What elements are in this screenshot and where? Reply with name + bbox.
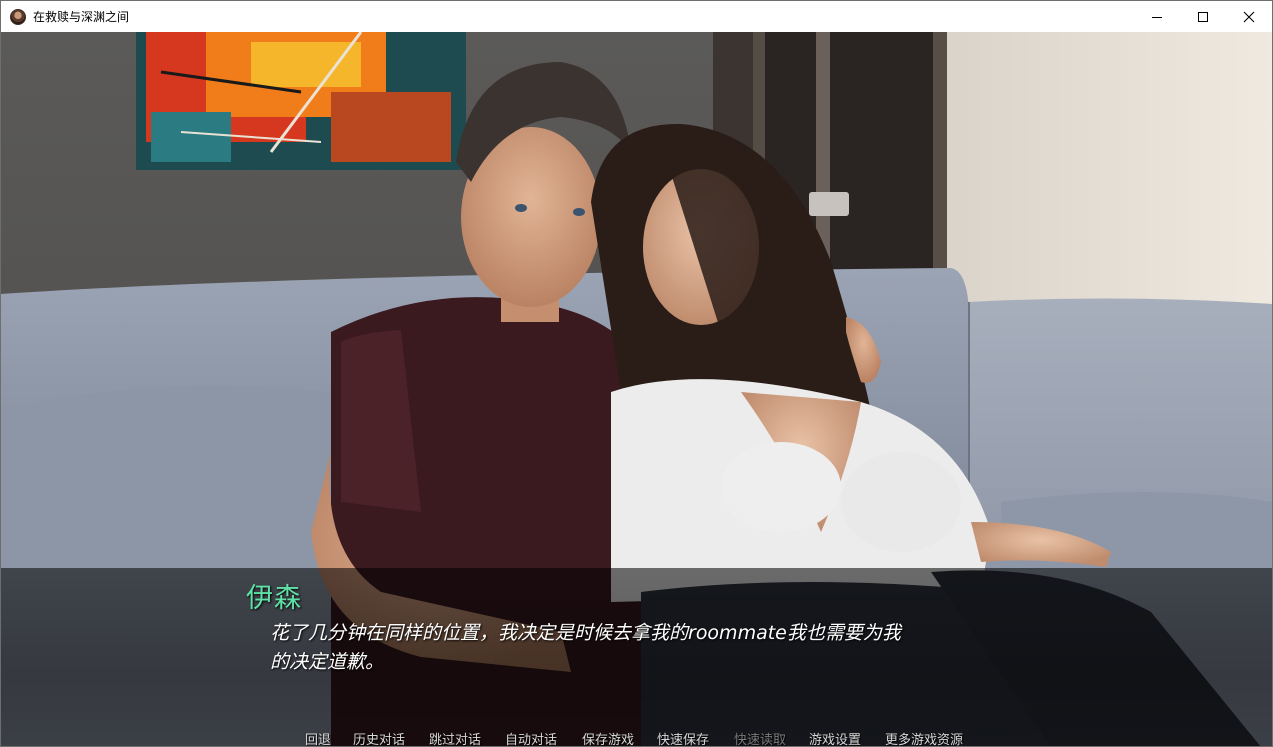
minimize-button[interactable] — [1134, 1, 1180, 32]
auto-button[interactable]: 自动对话 — [505, 729, 557, 746]
dialogue-line-1: 花了几分钟在同样的位置，我决定是时候去拿我的roommate我也需要为我 — [270, 622, 901, 644]
game-stage[interactable]: 伊森 花了几分钟在同样的位置，我决定是时候去拿我的roommate我也需要为我 … — [1, 32, 1272, 746]
skip-button[interactable]: 跳过对话 — [429, 729, 481, 746]
save-button[interactable]: 保存游戏 — [582, 729, 634, 746]
dialogue-line-2: 的决定道歉。 — [270, 651, 385, 673]
history-button[interactable]: 历史对话 — [353, 729, 405, 746]
game-avatar-icon — [10, 8, 26, 25]
dialogue-text: 花了几分钟在同样的位置，我决定是时候去拿我的roommate我也需要为我 的决定… — [270, 619, 1010, 677]
more-resources-button[interactable]: 更多游戏资源 — [885, 729, 963, 746]
window-title: 在救赎与深渊之间 — [33, 10, 130, 24]
minimize-icon — [1152, 16, 1162, 18]
game-window: 在救赎与深渊之间 伊森 花了几分钟在同样的位置，我决定是时候去拿我的roomma… — [0, 0, 1273, 747]
back-button[interactable]: 回退 — [305, 729, 331, 746]
maximize-button[interactable] — [1180, 1, 1226, 32]
speaker-name: 伊森 — [246, 583, 302, 614]
window-controls — [1134, 1, 1272, 32]
close-icon — [1243, 11, 1255, 22]
title-bar[interactable]: 在救赎与深渊之间 — [1, 1, 1272, 32]
quick-save-button[interactable]: 快速保存 — [657, 729, 709, 746]
quick-load-button[interactable]: 快速读取 — [734, 729, 786, 746]
quick-menu: 回退 历史对话 跳过对话 自动对话 保存游戏 快速保存 快速读取 游戏设置 更多… — [1, 729, 1272, 746]
settings-button[interactable]: 游戏设置 — [809, 729, 861, 746]
close-button[interactable] — [1226, 1, 1272, 32]
maximize-icon — [1198, 11, 1208, 22]
